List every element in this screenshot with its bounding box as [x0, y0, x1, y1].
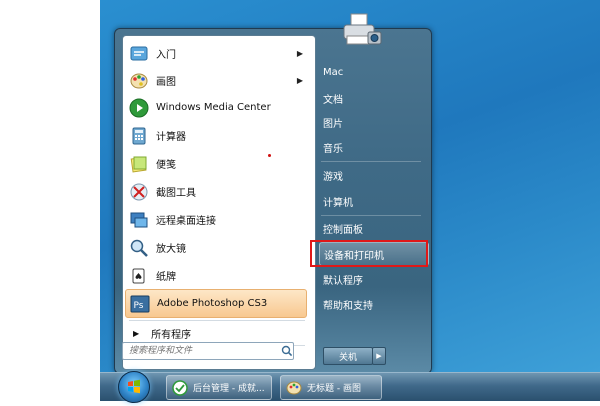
all-programs-label: 所有程序	[151, 329, 192, 341]
photoshop-icon: Ps	[129, 293, 151, 315]
taskbar-button-backend[interactable]: 后台管理 - 成就...	[166, 375, 272, 400]
program-label: 画图	[156, 77, 176, 88]
calculator-icon	[128, 125, 150, 147]
taskbar: 后台管理 - 成就... 无标题 - 画图	[100, 371, 600, 403]
shutdown-options-button[interactable]: ▶	[372, 347, 386, 365]
program-windows-media-center[interactable]: Windows Media Center	[125, 94, 311, 121]
right-item-label: Mac	[323, 66, 344, 78]
right-item-help-and-support[interactable]: 帮助和支持	[319, 293, 427, 315]
sticky-notes-icon	[128, 153, 150, 175]
program-solitaire[interactable]: 纸牌	[125, 262, 311, 289]
program-label: 远程桌面连接	[156, 216, 216, 227]
divider	[321, 161, 421, 162]
right-arrow-icon: ▶	[133, 328, 140, 338]
program-magnifier[interactable]: 放大镜	[125, 234, 311, 261]
right-item-mac[interactable]: Mac	[319, 61, 427, 83]
program-remote-desktop[interactable]: 远程桌面连接	[125, 206, 311, 233]
right-item-label: 控制面板	[323, 224, 363, 236]
solitaire-icon	[128, 265, 150, 287]
right-item-default-programs[interactable]: 默认程序	[319, 268, 427, 290]
shutdown-button[interactable]: 关机	[323, 347, 373, 365]
program-calculator[interactable]: 计算器	[125, 122, 311, 149]
svg-text:Ps: Ps	[134, 301, 144, 311]
program-paint[interactable]: 画图 ▶	[125, 67, 311, 94]
highlight-box	[310, 240, 428, 267]
right-item-label: 游戏	[323, 171, 343, 183]
right-item-control-panel[interactable]: 控制面板	[319, 217, 427, 239]
right-item-label: 文档	[323, 94, 343, 106]
right-item-label: 帮助和支持	[323, 300, 373, 312]
browser-icon	[171, 379, 189, 397]
search-box	[122, 342, 294, 360]
snipping-tool-icon	[128, 181, 150, 203]
program-snipping-tool[interactable]: 截图工具	[125, 178, 311, 205]
right-pane: Mac 文档 图片 音乐 游戏 计算机 控制面板 设备和打印机 默认程序 帮助和…	[317, 29, 429, 373]
right-item-label: 默认程序	[323, 275, 363, 287]
getting-started-icon	[128, 43, 150, 65]
programs-pane: 入门 ▶ 画图 ▶ Windows Media Center 计算器 便笺 截图…	[122, 35, 316, 370]
submenu-arrow-icon: ▶	[296, 76, 303, 85]
remote-desktop-icon	[128, 209, 150, 231]
program-label: 放大镜	[156, 244, 186, 255]
magnifier-icon	[128, 237, 150, 259]
program-label: Adobe Photoshop CS3	[157, 298, 268, 309]
windows-logo-icon	[128, 379, 140, 394]
right-item-label: 音乐	[323, 143, 343, 155]
program-label: 计算器	[156, 132, 186, 143]
divider	[129, 320, 305, 321]
divider	[321, 215, 421, 216]
search-icon[interactable]	[281, 342, 293, 361]
right-item-documents[interactable]: 文档	[319, 87, 427, 109]
program-label: Windows Media Center	[156, 102, 271, 113]
program-sticky-notes[interactable]: 便笺	[125, 150, 311, 177]
program-label: 截图工具	[156, 188, 196, 199]
taskbar-button-label: 后台管理 - 成就...	[193, 384, 265, 394]
program-adobe-photoshop-cs3[interactable]: Ps Adobe Photoshop CS3	[125, 289, 307, 318]
program-label: 纸牌	[156, 272, 176, 283]
printer-icon	[341, 12, 383, 52]
media-center-icon	[128, 97, 150, 119]
submenu-arrow-icon: ▶	[296, 49, 303, 58]
arrow-right-icon: ▶	[376, 352, 382, 360]
shutdown-label: 关机	[338, 352, 357, 363]
start-menu: 入门 ▶ 画图 ▶ Windows Media Center 计算器 便笺 截图…	[114, 28, 432, 374]
right-item-label: 图片	[323, 118, 343, 130]
start-button[interactable]	[118, 371, 150, 403]
program-getting-started[interactable]: 入门 ▶	[125, 40, 311, 67]
right-item-pictures[interactable]: 图片	[319, 111, 427, 133]
paint-icon	[128, 70, 150, 92]
program-label: 入门	[156, 50, 176, 61]
program-label: 便笺	[156, 160, 176, 171]
search-input[interactable]	[123, 345, 281, 357]
taskbar-button-paint[interactable]: 无标题 - 画图	[280, 375, 382, 400]
taskbar-button-label: 无标题 - 画图	[307, 384, 361, 394]
right-item-music[interactable]: 音乐	[319, 136, 427, 158]
right-item-computer[interactable]: 计算机	[319, 190, 427, 212]
right-item-games[interactable]: 游戏	[319, 164, 427, 186]
cursor-dot	[268, 154, 271, 157]
right-item-label: 计算机	[323, 197, 353, 209]
paint-icon	[285, 379, 303, 397]
all-programs-button[interactable]: ▶ 所有程序	[125, 324, 311, 342]
